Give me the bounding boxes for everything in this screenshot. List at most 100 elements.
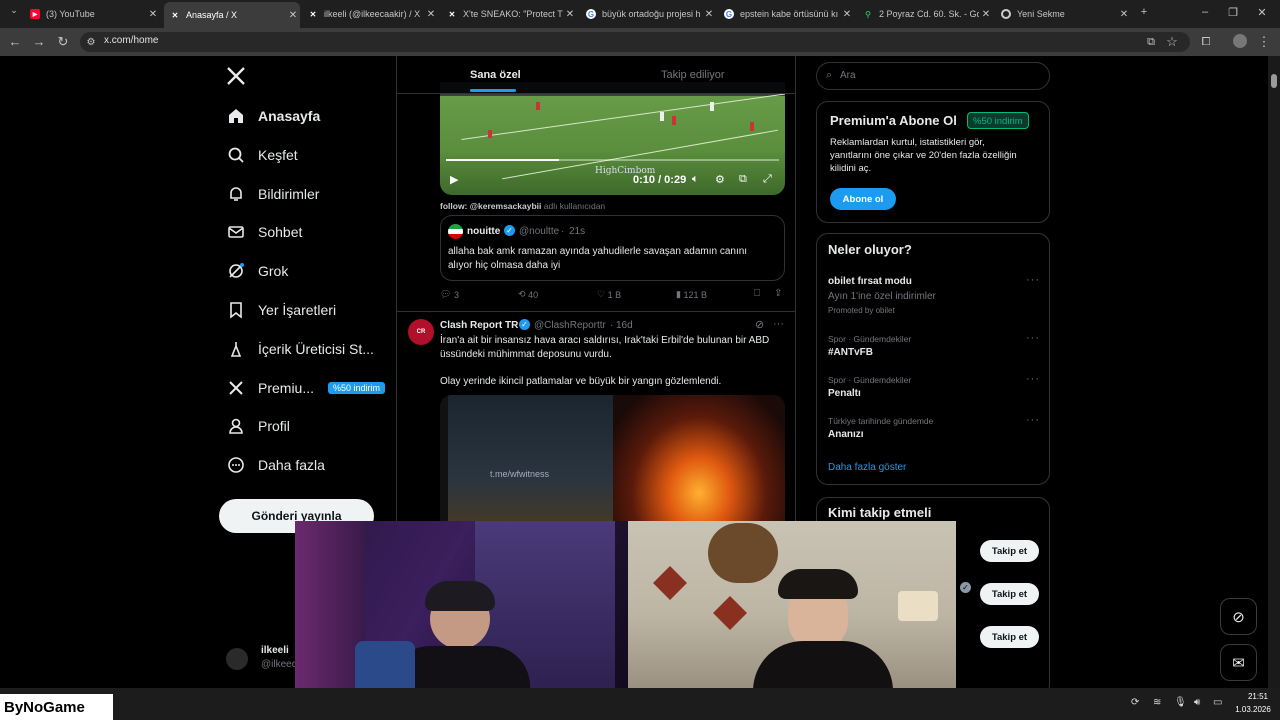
nav-item-grok[interactable]: Grok	[226, 256, 288, 286]
quoted-name[interactable]: nouitte	[467, 226, 500, 237]
pip-icon[interactable]: ⧉	[739, 173, 747, 186]
tab-following[interactable]: Takip ediliyor	[661, 69, 725, 81]
network-icon[interactable]: ⟳	[1131, 697, 1139, 708]
nav-item-search[interactable]: Keşfet	[226, 140, 298, 170]
follow-button[interactable]: Takip et	[980, 540, 1039, 562]
nav-item-x[interactable]: Premiu... %50 indirim	[226, 373, 386, 403]
forward-icon[interactable]: →	[30, 34, 48, 50]
browser-tab[interactable]: ▶ (3) YouTube ✕	[24, 4, 160, 24]
minimize-icon[interactable]: –	[1195, 6, 1215, 18]
reply-button[interactable]: 💬︎ 3	[440, 289, 459, 300]
maximize-icon[interactable]: ❐	[1223, 6, 1243, 19]
grok-fab[interactable]: ⊘	[1220, 598, 1257, 635]
post2-media[interactable]: t.me/wfwitness	[440, 395, 785, 535]
clock-time[interactable]: 21:51	[1242, 692, 1274, 701]
mic-icon[interactable]: 🎙︎	[1174, 697, 1187, 708]
subscribe-button[interactable]: Abone ol	[830, 188, 896, 210]
close-window-icon[interactable]: ✕	[1252, 6, 1272, 19]
fullscreen-icon[interactable]: ⤢	[763, 173, 772, 186]
close-tab-icon[interactable]: ✕	[424, 9, 438, 20]
browser-tab[interactable]: ✕ Anasayfa / X ✕	[164, 2, 300, 28]
nav-item-creator[interactable]: İçerik Üreticisi St...	[226, 334, 374, 364]
nav-item-more[interactable]: Daha fazla	[226, 450, 325, 480]
who-to-follow-title: Kimi takip etmeli	[828, 505, 932, 520]
quoted-handle[interactable]: @noultte	[519, 226, 559, 237]
trend-name[interactable]: #ANTvFB	[828, 347, 873, 358]
video-player[interactable]: HighCimbom ▶ 0:10 / 0:29 🔈︎ ⚙ ⧉ ⤢	[440, 82, 785, 195]
reload-icon[interactable]: ↻	[54, 34, 72, 50]
nav-item-profile[interactable]: Profil	[226, 411, 290, 441]
nav-item-bell[interactable]: Bildirimler	[226, 179, 319, 209]
follow-button[interactable]: Takip et	[980, 583, 1039, 605]
settings-icon[interactable]: ⚙	[715, 173, 725, 186]
quoted-avatar[interactable]	[448, 224, 463, 239]
new-tab-icon[interactable]: +	[1134, 6, 1154, 18]
profile-avatar[interactable]	[1231, 34, 1249, 52]
volume-icon[interactable]: 🔈︎	[692, 173, 699, 186]
clash-report-avatar[interactable]: CR	[408, 319, 434, 345]
video-progress-track[interactable]	[446, 159, 779, 161]
more-icon[interactable]: ···	[1026, 332, 1040, 344]
more-icon[interactable]: ···	[1026, 373, 1040, 385]
nav-item-mail[interactable]: Sohbet	[226, 217, 302, 247]
tab-for-you[interactable]: Sana özel	[470, 69, 521, 81]
install-icon[interactable]: ⧉	[1142, 34, 1160, 50]
tab-search-icon[interactable]: ⌄	[4, 5, 24, 16]
account-avatar[interactable]	[226, 648, 248, 670]
site-info-icon[interactable]: ⚙	[82, 35, 100, 51]
post2-name[interactable]: Clash Report TR	[440, 320, 518, 331]
scrollbar-thumb[interactable]	[1271, 74, 1277, 88]
more-icon[interactable]: ···	[1026, 274, 1040, 286]
close-tab-icon[interactable]: ✕	[1117, 9, 1131, 20]
trend-name[interactable]: Ananızı	[828, 429, 864, 440]
close-tab-icon[interactable]: ✕	[840, 9, 854, 20]
battery-icon[interactable]: ▭	[1213, 697, 1222, 708]
bookmark-star-icon[interactable]: ☆	[1163, 34, 1181, 50]
nav-item-home[interactable]: Anasayfa	[226, 101, 320, 131]
extensions-icon[interactable]: ⧠	[1197, 34, 1215, 50]
trend-name[interactable]: Penaltı	[828, 388, 861, 399]
close-tab-icon[interactable]: ✕	[146, 9, 160, 20]
browser-tab[interactable]: ⚲ 2 Poyraz Cd. 60. Sk. - Goo ✕	[857, 4, 993, 24]
more-icon[interactable]: ···	[1026, 414, 1040, 426]
x-logo-icon[interactable]	[226, 66, 246, 91]
trend-meta: Spor · Gündemdekiler	[828, 334, 912, 344]
browser-tab[interactable]: Gepstein kabe örtüsünü kı ✕	[718, 4, 854, 24]
share-icon[interactable]: ⇪	[774, 288, 782, 299]
browser-tab[interactable]: ✕ X'te SNEAKO: "Protect Tu ✕	[441, 4, 577, 24]
show-more-link[interactable]: Daha fazla göster	[828, 462, 906, 473]
trend-name[interactable]: obilet fırsat modu	[828, 276, 912, 287]
account-handle[interactable]: @ilkeec	[261, 659, 297, 670]
account-name[interactable]: ilkeeli	[261, 645, 289, 656]
like-button[interactable]: ♡ 1 B	[597, 289, 621, 300]
grok-icon[interactable]: ⊘	[755, 318, 764, 331]
night-photo[interactable]: t.me/wfwitness	[448, 395, 613, 535]
post2-handle[interactable]: @ClashReporttr	[534, 320, 606, 331]
follow-button[interactable]: Takip et	[980, 626, 1039, 648]
bookmark-icon[interactable]: ⎕	[754, 288, 760, 299]
post2-line2: üssündeki mühimmat deposunu vurdu.	[440, 349, 612, 360]
scrollbar[interactable]	[1268, 56, 1280, 688]
back-icon[interactable]: ←	[6, 34, 24, 50]
close-tab-icon[interactable]: ✕	[979, 9, 993, 20]
close-tab-icon[interactable]: ✕	[563, 9, 577, 20]
menu-icon[interactable]: ⋮	[1255, 34, 1273, 50]
browser-tab[interactable]: Yeni Sekme ✕	[995, 4, 1131, 24]
wifi-icon[interactable]: ≋	[1153, 697, 1161, 708]
more-icon[interactable]: ···	[773, 318, 784, 330]
speaker-icon[interactable]: 🔊︎	[1194, 697, 1200, 708]
fire-photo[interactable]	[613, 395, 785, 535]
browser-tab[interactable]: Gbüyük ortadoğu projesi h ✕	[580, 4, 716, 24]
play-icon[interactable]: ▶	[450, 173, 458, 186]
repost-button[interactable]: ⟲ 40	[518, 289, 538, 300]
browser-tab[interactable]: ✕ ilkeeli (@ilkeecaakir) / X ✕	[302, 4, 438, 24]
nav-item-bookmark[interactable]: Yer İşaretleri	[226, 295, 336, 325]
nav-item-label: Anasayfa	[258, 108, 321, 124]
clock-date[interactable]: 1.03.2026	[1232, 705, 1274, 714]
url-text[interactable]: x.com/home	[104, 35, 158, 46]
close-tab-icon[interactable]: ✕	[286, 10, 300, 21]
address-bar[interactable]	[80, 32, 1190, 52]
messages-fab[interactable]: ✉	[1220, 644, 1257, 681]
close-tab-icon[interactable]: ✕	[702, 9, 716, 20]
views-button[interactable]: ▮ 121 B	[676, 289, 707, 300]
